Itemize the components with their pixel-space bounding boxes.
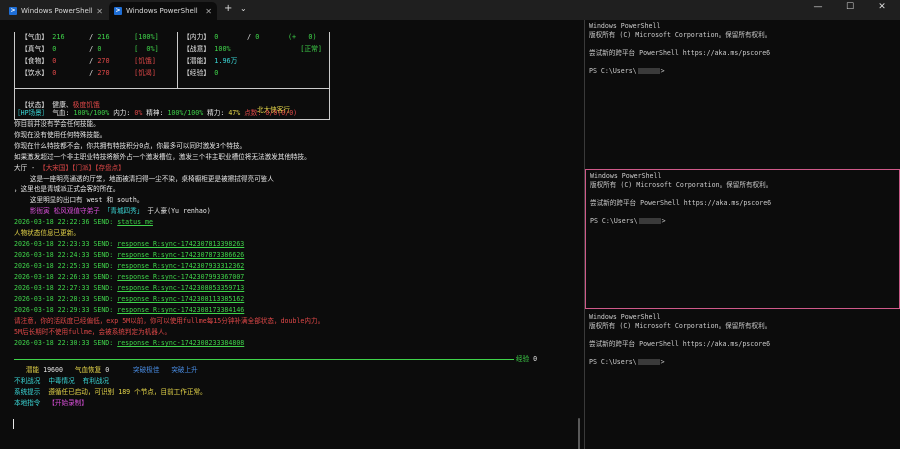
ps-hint: 尝试新的跨平台 PowerShell https://aka.ms/pscore… [589, 340, 771, 348]
system-hint: 系统提示 遵循任已启动，可识别 189 个节点，目前工作正常。 [14, 388, 207, 396]
tab-powershell-2-active[interactable]: > Windows PowerShell ✕ [109, 2, 217, 20]
log-line: 2026-03-18 22:27:33 SEND: response R:syn… [14, 284, 245, 292]
ps-prompt: PS C:\Users\ > [589, 358, 665, 366]
status-updated-line: 人物状态信息已更新。 [14, 229, 80, 237]
tab-dropdown-icon[interactable]: ⌄ [240, 4, 247, 13]
title-bar: > Windows PowerShell ✕ > Windows PowerSh… [0, 0, 900, 20]
room-description: 这是一座明亮通透的厅堂，地面被清扫得一尘不染，桌椅橱柜更是被擦拭得亮可鉴人 [14, 175, 274, 183]
terminal-pane-left[interactable]: 【气血】 216 / 216 [100%] 【真气】 0 / 0 [ 0%] 【… [0, 20, 584, 449]
redacted-username [637, 359, 660, 365]
stat-neili: 【内力】 0 / 0 (+ 0) [183, 33, 317, 41]
log-line: 2026-03-18 22:29:33 SEND: response R:syn… [14, 306, 245, 314]
close-tab-icon[interactable]: ✕ [205, 7, 212, 16]
output-line: 你现在没有使用任何特殊技能。 [14, 131, 107, 139]
log-line: 2026-03-18 22:24:33 SEND: response R:syn… [14, 251, 245, 259]
combat-indicators: 不利战况 中毒情况 有利战况 [14, 377, 110, 385]
ps-copyright: 版权所有 (C) Microsoft Corporation。保留所有权利。 [589, 322, 772, 330]
stat-shiwu: 【食物】 0 / 270 [饥饿] [21, 57, 156, 65]
output-line: 如果激发超过一个非主职业特技将额外占一个激发槽位，激发三个非主职业槽位将无法激发… [14, 153, 311, 161]
ps-banner: Windows PowerShell [589, 313, 661, 321]
hp-line: ［HP场景］ 气血: 100%/100% 内力: 0% 精神: 100%/100… [14, 109, 298, 117]
terminal-pane-right-top[interactable]: Windows PowerShell 版权所有 (C) Microsoft Co… [585, 20, 900, 168]
tab-title: Windows PowerShell [126, 7, 198, 15]
minimize-button[interactable]: — [808, 2, 828, 12]
experience-bar [14, 359, 514, 360]
divider [15, 88, 329, 89]
text-cursor [13, 419, 14, 429]
stat-qianneng: 【潜能】 1.96万 [183, 57, 238, 65]
output-line: 你现在什么特技都不会，你共拥有特技积分0点，你最多可以同时激发3个特技。 [14, 142, 247, 150]
warning-line: 5M后长期时不使用fullme，会被系统判定为机器人。 [14, 328, 172, 336]
tab-title: Windows PowerShell [21, 7, 93, 15]
ps-prompt: PS C:\Users\ > [589, 67, 665, 75]
room-title: 大厅 - 【大宋国】【门派】【存盘点】 [14, 164, 125, 172]
ps-copyright: 版权所有 (C) Microsoft Corporation。保留所有权利。 [590, 181, 773, 189]
stat-yinshui: 【饮水】 0 / 270 [饥渴] [21, 69, 156, 77]
room-exits: 这里明显的出口有 west 和 south。 [14, 196, 144, 204]
room-npc: 影衙寅 松风观值守弟子 「青城四秀」 于人豪(Yu renhao) [14, 207, 211, 215]
ps-hint: 尝试新的跨平台 PowerShell https://aka.ms/pscore… [589, 49, 771, 57]
warning-line: 请注意，你的活跃度已经偏低，exp 5M以前，你可以使用fullme每15分钟补… [14, 317, 325, 325]
divider [177, 32, 178, 88]
powershell-icon: > [9, 7, 17, 15]
ps-banner: Windows PowerShell [590, 172, 662, 180]
redacted-username [638, 218, 661, 224]
powershell-icon: > [114, 7, 122, 15]
output-line: 你目前并没有学会任何技能。 [14, 120, 100, 128]
redacted-username [637, 68, 660, 74]
log-line: 2026-03-18 22:30:33 SEND: response R:syn… [14, 339, 245, 347]
stat-qixue: 【气血】 216 / 216 [100%] [21, 33, 159, 41]
ps-hint: 尝试新的跨平台 PowerShell https://aka.ms/pscore… [590, 199, 772, 207]
tab-powershell-1[interactable]: > Windows PowerShell ✕ [4, 2, 108, 20]
stat-jingyan: 【经验】 0 [183, 69, 219, 77]
close-tab-icon[interactable]: ✕ [96, 7, 103, 16]
log-line: 2026-03-18 22:28:33 SEND: response R:syn… [14, 295, 245, 303]
terminal-pane-right-middle-focused[interactable]: Windows PowerShell 版权所有 (C) Microsoft Co… [585, 169, 900, 309]
terminal-pane-right-bottom[interactable]: Windows PowerShell 版权所有 (C) Microsoft Co… [585, 311, 900, 449]
stat-jingqi: 【真气】 0 / 0 [ 0%] [21, 45, 159, 53]
start-recording-button[interactable]: 【开始录制】 [48, 399, 88, 407]
ps-prompt: PS C:\Users\ > [590, 217, 666, 225]
maximize-button[interactable]: ☐ [840, 2, 860, 12]
room-description: ，这里也是青城派正式会客的所在。 [14, 185, 120, 193]
ps-banner: Windows PowerShell [589, 22, 661, 30]
log-line: 2026-03-18 22:26:33 SEND: response R:syn… [14, 273, 245, 281]
experience-label: 经验 0 [516, 355, 538, 363]
local-command-row: 本地指令 【开始录制】 [14, 399, 88, 407]
log-line: 2026-03-18 22:23:33 SEND: response R:syn… [14, 240, 245, 248]
ps-copyright: 版权所有 (C) Microsoft Corporation。保留所有权利。 [589, 31, 772, 39]
new-tab-button[interactable]: + [224, 3, 232, 14]
log-line: 2026-03-18 22:25:33 SEND: response R:syn… [14, 262, 245, 270]
status-bar-row: 潜能 19600 气血恢复 0 突破极佳 突破上升 [25, 366, 198, 374]
stat-zhanyi: 【战意】 100% [正常] [183, 45, 323, 53]
close-window-button[interactable]: ✕ [872, 2, 892, 12]
log-line: 2026-03-18 22:22:36 SEND: status_me [14, 218, 153, 226]
scrollbar[interactable] [578, 418, 580, 449]
